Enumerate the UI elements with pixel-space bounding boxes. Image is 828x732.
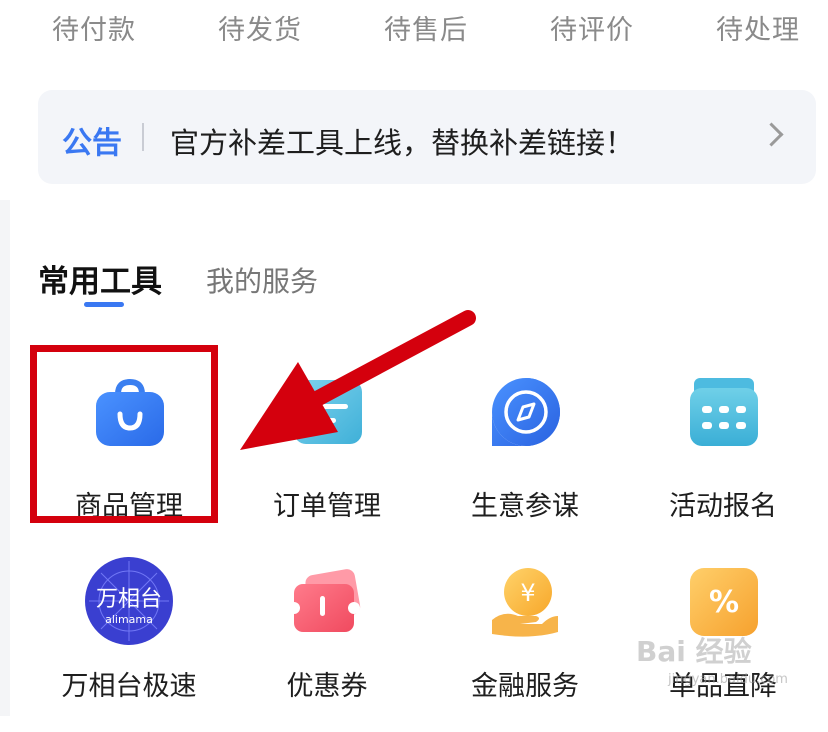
watermark-url: jingyan.baidu.com: [668, 672, 788, 687]
red-arrow-annotation: [240, 310, 476, 450]
baidu-jingyan-watermark: Bai 经验: [636, 635, 752, 668]
